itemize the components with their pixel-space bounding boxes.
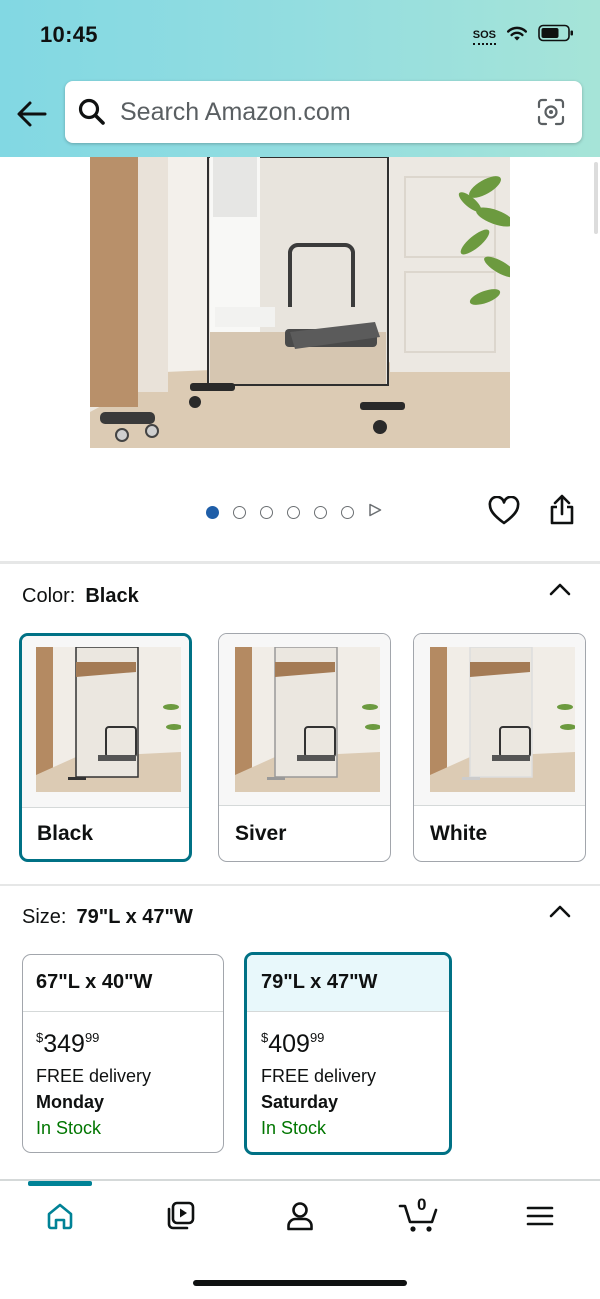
tab-home[interactable] [38,1196,82,1236]
size-card-header: 67"L x 40"W [23,955,223,1012]
carousel-dot[interactable] [233,506,246,519]
carousel-dot[interactable] [287,506,300,519]
size-option-title: 79"L x 47"W [261,971,378,993]
tab-cart[interactable]: 0 [396,1195,444,1236]
color-option-white[interactable]: White [413,633,586,862]
back-arrow-icon [17,101,47,127]
chevron-up-icon [549,905,571,918]
image-carousel-dots[interactable] [206,503,382,522]
carousel-dot[interactable] [260,506,273,519]
selected-size: 79"L x 47"W [76,906,193,928]
delivery-text: FREE delivery [36,1066,152,1086]
color-option-label: White [430,822,488,845]
swatch-image-area [414,634,585,806]
size-label: Size: [22,906,67,928]
swatch-thumbnail [430,647,575,792]
delivery-day: Monday [36,1092,105,1112]
home-icon [47,1203,73,1230]
wishlist-button[interactable] [488,495,520,531]
color-option-label: Black [37,822,94,845]
size-option-79x47[interactable]: 79"L x 47"W $40999 FREE delivery Saturda… [244,952,452,1155]
selected-color: Black [85,585,139,607]
stock-status: In Stock [36,1118,102,1138]
chevron-up-icon [549,583,571,596]
delivery-text: FREE delivery [261,1066,377,1086]
size-option-price: $34999 [36,1030,100,1058]
active-tab-indicator [28,1181,92,1186]
video-play-icon[interactable] [368,503,382,522]
status-time: 10:45 [40,22,98,47]
delivery-day: Saturday [261,1092,339,1112]
swatch-image-area [22,636,189,808]
size-section-header[interactable]: Size: 79"L x 47"W [22,906,193,929]
back-button[interactable] [14,96,50,132]
swatch-image-area [219,634,390,806]
color-section-header[interactable]: Color: Black [22,585,139,608]
video-icon [167,1201,195,1230]
tab-video[interactable] [158,1196,202,1236]
color-option-siver[interactable]: Siver [218,633,391,862]
wifi-icon [506,25,528,47]
page-scroll-indicator [594,162,598,234]
battery-icon [538,24,574,47]
cart-count-badge: 0 [417,1195,427,1214]
swatch-thumbnail [235,647,380,792]
size-option-67x40[interactable]: 67"L x 40"W $34999 FREE delivery Monday … [22,954,224,1153]
status-icons: SOS [472,24,574,47]
size-card-header: 79"L x 47"W [247,955,449,1012]
color-label: Color: [22,585,76,607]
size-option-title: 67"L x 40"W [36,971,153,993]
tab-menu[interactable] [518,1196,562,1236]
carousel-dot[interactable] [314,506,327,519]
stock-status: In Stock [261,1118,327,1138]
carousel-dot[interactable] [341,506,354,519]
menu-icon [526,1206,554,1226]
heart-icon [488,495,520,525]
camera-scan-icon[interactable] [537,98,565,131]
section-divider [0,884,600,886]
account-icon [287,1202,313,1231]
mirror-room-image [90,157,510,448]
search-bar[interactable]: Search Amazon.com [65,81,582,143]
tab-account[interactable] [278,1196,322,1236]
search-input[interactable]: Search Amazon.com [120,98,351,127]
share-icon [550,494,574,525]
product-image[interactable] [90,157,510,448]
share-button[interactable] [549,494,575,531]
collapse-color-button[interactable] [548,580,572,605]
sos-indicator: SOS [472,29,497,45]
search-icon [78,98,106,131]
carousel-dot[interactable] [206,506,219,519]
color-option-label: Siver [235,822,287,845]
section-divider [0,561,600,564]
home-indicator [193,1280,407,1286]
app-header: 10:45 SOS Search Amazon.com [0,0,600,157]
color-option-black[interactable]: Black [19,633,192,862]
swatch-thumbnail [36,647,181,792]
collapse-size-button[interactable] [548,902,572,927]
size-option-price: $40999 [261,1030,325,1058]
